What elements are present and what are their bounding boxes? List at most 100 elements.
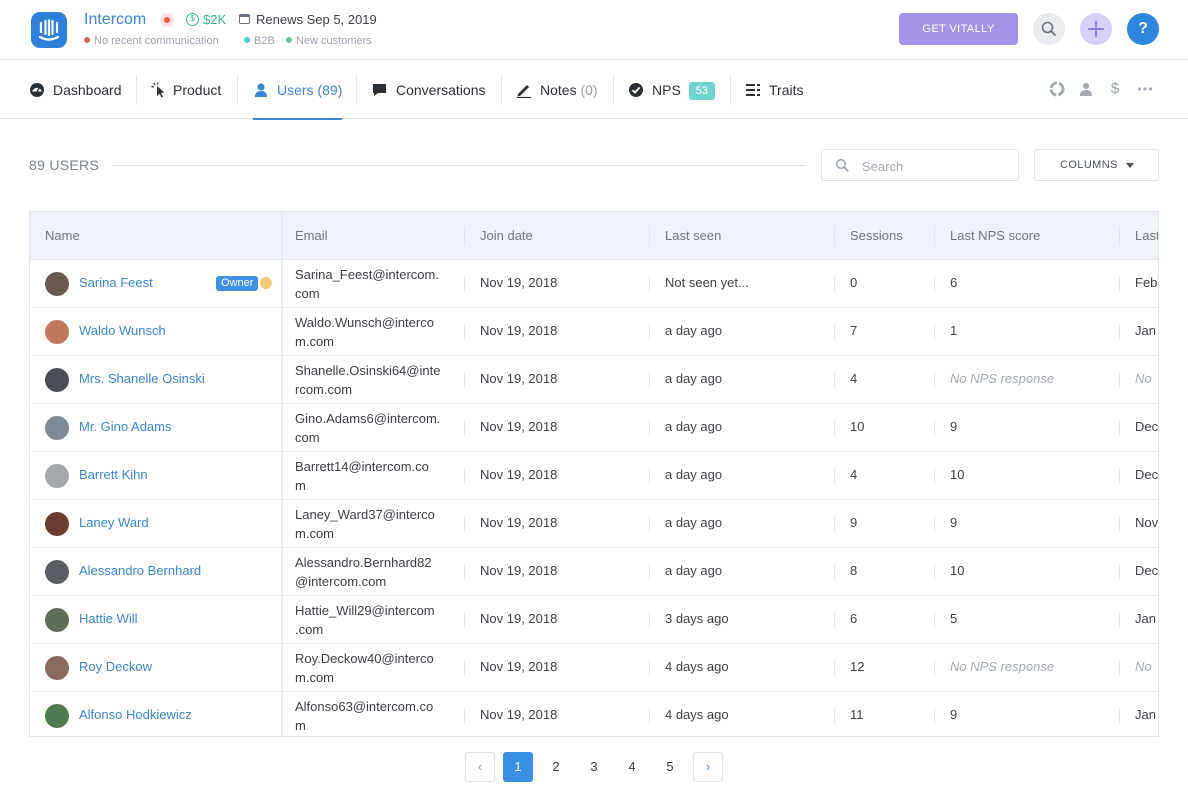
user-name-link[interactable]: Barrett Kihn [79,467,148,482]
page-5-button[interactable]: 5 [655,752,685,782]
tab-traits[interactable]: Traits [745,61,805,119]
join-date: Nov 19, 2018 [480,659,558,674]
column-header-name[interactable]: Name [45,228,80,243]
users-count-title: 89 USERS [29,157,100,173]
user-name-link[interactable]: Laney Ward [79,515,149,530]
table-row[interactable]: Roy Deckow Roy.Deckow40@interco m.com Nov 1… [30,644,1158,692]
sessions-count: 4 [850,371,858,386]
tab-users[interactable]: Users (89) [253,61,342,120]
column-header-last-seen[interactable]: Last seen [665,228,721,243]
last-nps-score: 10 [950,563,965,578]
segment-icon[interactable] [1049,81,1065,97]
user-name-link[interactable]: Sarina Feest [79,275,153,290]
tab-separator [613,75,614,105]
dollar-icon[interactable]: $ [1107,81,1123,97]
sessions-count: 6 [850,611,858,626]
tab-nps[interactable]: NPS 53 [628,61,716,119]
column-header-email[interactable]: Email [295,228,328,243]
column-header-join-date[interactable]: Join date [480,228,533,243]
sessions-count: 4 [850,467,858,482]
user-search-box[interactable] [821,149,1019,181]
last-seen: a day ago [665,563,723,578]
page-4-button[interactable]: 4 [617,752,647,782]
cell-separator [934,612,935,628]
column-header-last[interactable]: Last [1135,228,1158,243]
table-row[interactable]: Alfonso Hodkiewicz Alfonso63@intercom.co m… [30,692,1158,736]
cell-separator [1119,324,1120,340]
more-icon[interactable] [1137,81,1153,97]
tag-no-recent-communication[interactable]: No recent communication [84,35,219,47]
page-1-button[interactable]: 1 [503,752,533,782]
star-icon [260,277,272,289]
intercom-logo[interactable] [31,12,67,48]
column-separator [464,226,465,246]
add-button[interactable] [1080,13,1112,45]
column-separator [1119,226,1120,246]
people-icon[interactable] [1078,81,1094,97]
cell-separator [649,516,650,532]
user-email: Laney_Ward37@interco m.com [295,507,435,541]
tab-conversations[interactable]: Conversations [372,61,487,119]
cell-separator [934,516,935,532]
tab-notes[interactable]: Notes (0) [516,61,600,119]
cell-separator [649,372,650,388]
page-2-button[interactable]: 2 [541,752,571,782]
user-name-link[interactable]: Waldo Wunsch [79,323,166,338]
user-email: Alessandro.Bernhard82 @intercom.com [295,555,432,589]
cell-separator [834,324,835,340]
avatar [45,272,69,296]
cell-separator [1119,276,1120,292]
columns-button[interactable]: COLUMNS [1034,149,1159,181]
table-row[interactable]: Alessandro Bernhard Alessandro.Bernhard82… [30,548,1158,596]
user-name-link[interactable]: Alfonso Hodkiewicz [79,707,192,722]
calendar-icon [239,14,250,24]
renewal-date: Renews Sep 5, 2019 [256,12,377,27]
tab-separator [136,75,137,105]
tab-dashboard[interactable]: Dashboard [29,61,122,119]
sessions-count: 10 [850,419,865,434]
cell-separator [464,372,465,388]
user-email: Gino.Adams6@intercom. com [295,411,441,445]
cell-separator [1119,660,1120,676]
avatar [45,560,69,584]
tag-new-customers[interactable]: New customers [286,35,372,47]
cell-separator [834,516,835,532]
table-row[interactable]: Waldo Wunsch Waldo.Wunsch@interco m.com Nov… [30,308,1158,356]
tab-product[interactable]: Product [151,61,224,119]
column-header-last-nps-score[interactable]: Last NPS score [950,228,1040,243]
table-row[interactable]: Mrs. Shanelle Osinski Shanelle.Osinski64@… [30,356,1158,404]
join-date: Nov 19, 2018 [480,371,558,386]
last-nps-score: 10 [950,467,965,482]
table-row[interactable]: Hattie Will Hattie_Will29@intercom .com Nov… [30,596,1158,644]
user-name-link[interactable]: Mr. Gino Adams [79,419,171,434]
cell-separator [934,660,935,676]
next-page-button[interactable]: › [693,752,723,782]
column-separator [834,226,835,246]
user-name-link[interactable]: Alessandro Bernhard [79,563,201,578]
check-circle-icon [629,83,643,97]
chat-icon [373,84,386,96]
get-vitally-button[interactable]: GET VITALLY [899,13,1018,45]
table-row[interactable]: Mr. Gino Adams Gino.Adams6@intercom. com No… [30,404,1158,452]
user-name-link[interactable]: Hattie Will [79,611,138,626]
user-name-link[interactable]: Mrs. Shanelle Osinski [79,371,205,386]
previous-page-button[interactable]: ‹ [465,752,495,782]
sessions-count: 7 [850,323,858,338]
column-header-sessions[interactable]: Sessions [850,228,903,243]
account-name[interactable]: Intercom [84,11,146,29]
user-name-link[interactable]: Roy Deckow [79,659,152,674]
cell-separator [834,372,835,388]
table-row[interactable]: Laney Ward Laney_Ward37@interco m.com Nov 1… [30,500,1158,548]
help-button[interactable]: ? [1127,13,1159,45]
table-row[interactable]: Barrett Kihn Barrett14@intercom.co m Nov 19… [30,452,1158,500]
page-3-button[interactable]: 3 [579,752,609,782]
tag-b2b[interactable]: B2B [244,35,275,47]
search-input[interactable] [862,156,1012,176]
last-seen: a day ago [665,419,723,434]
last-seen: Not seen yet... [665,275,749,290]
cell-separator [934,324,935,340]
cell-separator [934,276,935,292]
search-button[interactable] [1033,13,1065,45]
table-row[interactable]: Sarina Feest Owner Sarina_Feest@intercom. c… [30,260,1158,308]
divider [112,165,806,166]
